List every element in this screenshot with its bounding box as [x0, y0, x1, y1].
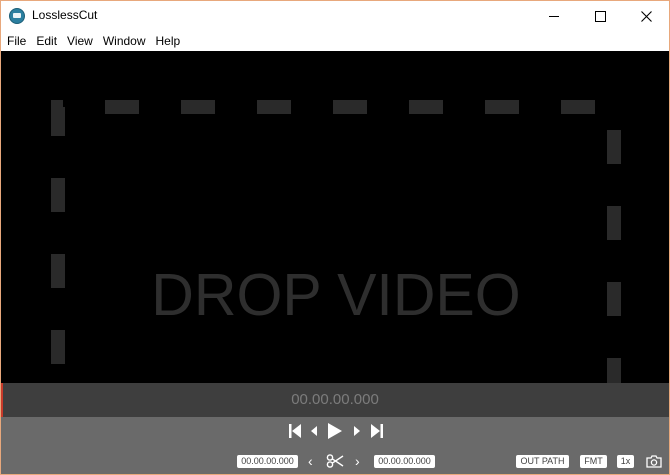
drop-video-label: DROP VIDEO	[151, 262, 521, 328]
cut-button[interactable]	[326, 453, 344, 469]
window-title: LosslessCut	[32, 8, 98, 22]
format-button[interactable]: FMT	[580, 455, 607, 468]
step-forward-button[interactable]	[352, 425, 362, 437]
minimize-icon	[549, 15, 559, 17]
skip-to-start-icon	[289, 424, 301, 438]
menu-bar: File Edit View Window Help	[1, 31, 669, 51]
close-button[interactable]	[623, 1, 669, 31]
menu-help[interactable]: Help	[151, 31, 186, 51]
jump-to-start-button[interactable]	[288, 423, 302, 439]
cut-end-time[interactable]: 00.00.00.000	[374, 455, 435, 468]
video-drop-area[interactable]: DROP VIDEO	[1, 51, 669, 400]
cut-start-time[interactable]: 00.00.00.000	[237, 455, 298, 468]
set-cut-end-button[interactable]: ›	[355, 454, 360, 468]
jump-to-end-button[interactable]	[370, 423, 384, 439]
set-cut-start-button[interactable]: ‹	[308, 454, 313, 468]
title-bar[interactable]: LosslessCut	[1, 1, 669, 31]
close-icon	[640, 10, 652, 22]
play-icon	[328, 423, 342, 439]
out-path-button[interactable]: OUT PATH	[516, 455, 569, 468]
menu-file[interactable]: File	[1, 31, 31, 51]
camera-icon	[646, 454, 662, 468]
maximize-button[interactable]	[577, 1, 623, 31]
app-window: LosslessCut File Edit View Window Help D…	[0, 0, 670, 475]
step-back-icon	[311, 426, 317, 436]
menu-window[interactable]: Window	[98, 31, 151, 51]
lossless-cut-icon	[9, 8, 25, 24]
maximize-icon	[594, 10, 606, 22]
skip-to-end-icon	[371, 424, 383, 438]
playback-speed-button[interactable]: 1x	[617, 455, 634, 468]
play-button[interactable]	[327, 422, 343, 440]
minimize-button[interactable]	[531, 1, 577, 31]
menu-view[interactable]: View	[62, 31, 98, 51]
scissors-icon	[326, 454, 344, 468]
current-time-readout: 00.00.00.000	[291, 391, 379, 408]
capture-frame-button[interactable]	[645, 453, 663, 469]
drop-zone-border	[51, 100, 621, 400]
control-bar: 00.00.00.000 ‹ › 00.00.00.000 OUT PATH F…	[1, 417, 669, 474]
step-back-button[interactable]	[309, 425, 319, 437]
drop-zone[interactable]: DROP VIDEO	[51, 100, 621, 400]
timeline-bar[interactable]: 00.00.00.000	[1, 383, 669, 417]
step-forward-icon	[354, 426, 360, 436]
menu-edit[interactable]: Edit	[31, 31, 62, 51]
